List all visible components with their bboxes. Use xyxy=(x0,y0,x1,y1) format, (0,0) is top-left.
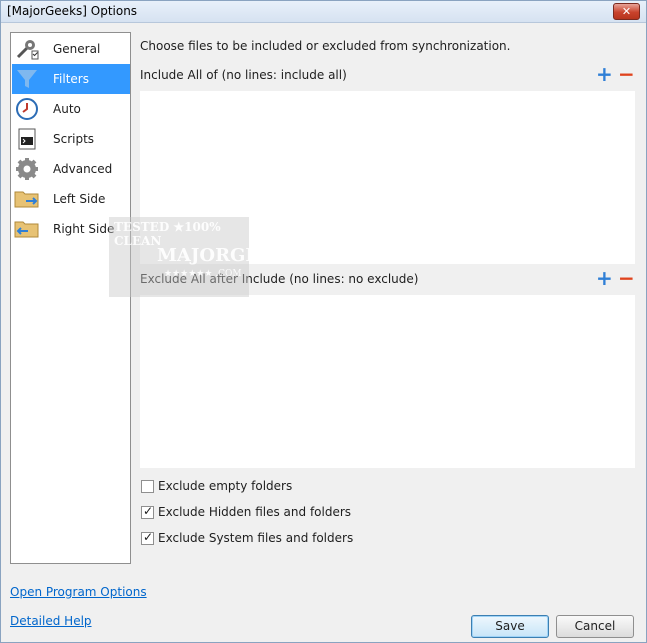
checkbox-label: Exclude Hidden files and folders xyxy=(158,505,352,519)
folder-left-arrow-icon xyxy=(14,216,40,242)
close-button[interactable]: ✕ xyxy=(613,3,640,20)
folder-right-arrow-icon xyxy=(14,186,40,212)
checkbox-label: Exclude System files and folders xyxy=(158,531,354,545)
window-title: [MajorGeeks] Options xyxy=(7,4,138,18)
sidebar: General Filters Auto Scripts Advanced Le… xyxy=(10,32,131,564)
open-program-options-link[interactable]: Open Program Options xyxy=(10,585,147,599)
sidebar-item-label: Filters xyxy=(53,72,89,86)
exclude-hidden-option[interactable]: Exclude Hidden files and folders xyxy=(141,504,352,519)
sidebar-item-label: Left Side xyxy=(53,192,106,206)
sidebar-item-left-side[interactable]: Left Side xyxy=(12,184,130,214)
plus-icon[interactable]: + xyxy=(596,62,613,86)
funnel-icon xyxy=(14,66,40,92)
dialog-content: General Filters Auto Scripts Advanced Le… xyxy=(2,24,645,642)
include-label: Include All of (no lines: include all) xyxy=(140,68,347,82)
include-add-button[interactable]: + xyxy=(596,64,613,84)
watermark-text: MAJORGEEKS xyxy=(157,245,302,266)
watermark-text: ★★★★★★ .COM xyxy=(164,269,242,279)
cancel-button[interactable]: Cancel xyxy=(556,615,634,638)
clock-icon xyxy=(14,96,40,122)
options-window: [MajorGeeks] Options ✕ General Filters A… xyxy=(0,0,647,643)
checkbox-label: Exclude empty folders xyxy=(158,479,293,493)
exclude-add-button[interactable]: + xyxy=(596,268,613,288)
exclude-system-checkbox[interactable] xyxy=(141,530,154,545)
exclude-system-option[interactable]: Exclude System files and folders xyxy=(141,530,354,545)
gear-icon xyxy=(14,156,40,182)
sidebar-item-label: Auto xyxy=(53,102,81,116)
detailed-help-link[interactable]: Detailed Help xyxy=(10,614,92,628)
close-icon[interactable]: ✕ xyxy=(622,5,631,18)
minus-icon[interactable]: − xyxy=(618,266,635,290)
wrench-icon xyxy=(14,36,40,62)
exclude-empty-folders-option[interactable]: Exclude empty folders xyxy=(141,479,292,493)
watermark-text: TESTED ★100% CLEAN xyxy=(114,220,221,248)
sidebar-item-label: General xyxy=(53,42,101,56)
watermark-logo: TESTED ★100% CLEAN MAJORGEEKS ★★★★★★ .CO… xyxy=(109,217,302,297)
sidebar-item-scripts[interactable]: Scripts xyxy=(12,124,130,154)
sidebar-item-general[interactable]: General xyxy=(12,34,130,64)
save-button[interactable]: Save xyxy=(471,615,549,638)
plus-icon[interactable]: + xyxy=(596,266,613,290)
sidebar-item-label: Right Side xyxy=(53,222,115,236)
include-remove-button[interactable]: − xyxy=(618,64,635,84)
sidebar-item-auto[interactable]: Auto xyxy=(12,94,130,124)
exclude-list[interactable] xyxy=(140,295,635,468)
terminal-icon xyxy=(14,126,40,152)
minus-icon[interactable]: − xyxy=(618,62,635,86)
sidebar-item-label: Scripts xyxy=(53,132,95,146)
sidebar-item-advanced[interactable]: Advanced xyxy=(12,154,130,184)
exclude-remove-button[interactable]: − xyxy=(618,268,635,288)
page-description: Choose files to be included or excluded … xyxy=(140,39,511,53)
exclude-empty-checkbox[interactable] xyxy=(141,479,154,493)
sidebar-item-label: Advanced xyxy=(53,162,113,176)
exclude-hidden-checkbox[interactable] xyxy=(141,504,154,519)
sidebar-item-filters[interactable]: Filters xyxy=(12,64,130,94)
title-bar[interactable]: [MajorGeeks] Options ✕ xyxy=(1,1,646,23)
